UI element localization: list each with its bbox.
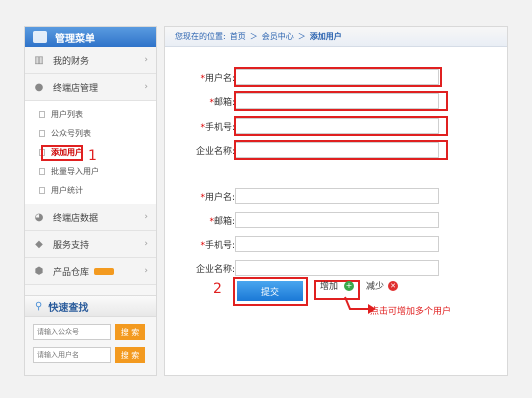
form-label-text: 用户名: xyxy=(204,192,235,203)
username-field-2[interactable] xyxy=(235,188,439,204)
form-label: *手机号: xyxy=(165,238,235,251)
quick-search-header: ⚲ 快速查找 xyxy=(25,295,156,317)
app-frame: 管理菜单 ▥ 我的财务 › ● 终端店管理 › 用户列表 公众号列表 添加用户 批量导入… xyxy=(0,0,532,398)
breadcrumb: 您现在的位置: 首页 ＞ 会员中心 ＞ 添加用户 xyxy=(165,27,507,47)
search-user-button[interactable]: 搜 索 xyxy=(115,347,145,363)
search-public-input[interactable] xyxy=(33,324,111,340)
search-icon: ⚲ xyxy=(35,300,43,312)
box-icon: ⬢ xyxy=(34,265,44,277)
sidebar-item-support[interactable]: ◆ 服务支持 › xyxy=(25,231,156,258)
highlight-box xyxy=(234,116,448,136)
submit-button[interactable]: 提交 xyxy=(237,281,303,301)
form2-row-phone: *手机号: xyxy=(165,236,507,252)
pie-icon: ◕ xyxy=(34,211,44,223)
user-icon: ● xyxy=(34,81,44,93)
chevron-right-icon: › xyxy=(144,82,148,92)
form-label-text: 手机号: xyxy=(204,240,235,251)
sidebar-item-label: 我的财务 xyxy=(53,56,90,67)
sidebar-item-store-data[interactable]: ◕ 终端店数据 › xyxy=(25,204,156,231)
breadcrumb-separator: ＞ xyxy=(297,32,306,41)
chevron-right-icon: › xyxy=(144,212,148,222)
page-icon xyxy=(39,187,45,194)
breadcrumb-separator: ＞ xyxy=(249,32,258,41)
highlight-box xyxy=(41,145,83,161)
chevron-right-icon: › xyxy=(144,266,148,276)
page-icon xyxy=(39,168,45,175)
form-label: *手机号: xyxy=(165,120,235,133)
chevron-right-icon: › xyxy=(144,55,148,65)
sidebar-item-label: 产品仓库 xyxy=(53,267,90,278)
sidebar-item-label: 服务支持 xyxy=(53,240,90,251)
form2-row-email: *邮箱: xyxy=(165,212,507,228)
form-label-text: 邮箱: xyxy=(213,216,235,227)
add-icon[interactable]: + xyxy=(344,280,355,291)
new-badge xyxy=(94,267,115,275)
breadcrumb-home[interactable]: 首页 xyxy=(230,31,246,42)
form-label-text: 用户名: xyxy=(204,73,235,84)
submenu-label: 用户列表 xyxy=(51,110,83,119)
breadcrumb-prefix: 您现在的位置: xyxy=(175,32,226,41)
highlight-box xyxy=(234,140,448,160)
search-public-button[interactable]: 搜 索 xyxy=(115,324,145,340)
form2-row-company: 企业名称: xyxy=(165,260,507,276)
form-label-text: 企业名称: xyxy=(195,146,235,157)
annotation-hint: 点击可增加多个用户 xyxy=(370,307,452,317)
menu-icon xyxy=(33,31,47,43)
annotation-number: 1 xyxy=(88,148,97,164)
remove-icon[interactable]: ✕ xyxy=(388,280,399,291)
breadcrumb-current: 添加用户 xyxy=(309,32,342,41)
form-label: *用户名: xyxy=(165,71,235,84)
phone-field-2[interactable] xyxy=(235,236,439,252)
sidebar-item-finance[interactable]: ▥ 我的财务 › xyxy=(25,47,156,74)
submenu-label: 用户统计 xyxy=(51,186,83,195)
highlight-box xyxy=(234,67,442,87)
form-label: *邮箱: xyxy=(165,95,235,108)
sidebar-header: 管理菜单 xyxy=(25,27,156,47)
company-field-2[interactable] xyxy=(235,260,439,276)
submenu-label: 公众号列表 xyxy=(51,129,91,138)
add-reduce-controls: 增加 + 减少 ✕ xyxy=(315,279,399,292)
form-label: 企业名称: xyxy=(165,262,235,275)
sidebar: 管理菜单 ▥ 我的财务 › ● 终端店管理 › 用户列表 公众号列表 添加用户 批量导入… xyxy=(24,26,157,376)
submenu-user-stats[interactable]: 用户统计 xyxy=(25,181,156,200)
quick-search-row: 搜 索 xyxy=(25,347,156,370)
form2-row-username: *用户名: xyxy=(165,188,507,204)
form-label-text: 邮箱: xyxy=(213,97,235,108)
sidebar-item-store[interactable]: ● 终端店管理 › xyxy=(25,74,156,101)
quick-search-title: 快速查找 xyxy=(48,302,89,314)
search-user-input[interactable] xyxy=(33,347,111,363)
quick-search: ⚲ 快速查找 搜 索 搜 索 xyxy=(25,295,156,370)
form-label: *邮箱: xyxy=(165,214,235,227)
reduce-label: 减少 xyxy=(366,282,385,292)
highlight-box xyxy=(234,91,448,111)
form-label: *用户名: xyxy=(165,190,235,203)
chart-icon: ▥ xyxy=(34,54,44,66)
chevron-right-icon: › xyxy=(144,239,148,249)
submenu-batch-import[interactable]: 批量导入用户 xyxy=(25,162,156,181)
sidebar-item-label: 终端店管理 xyxy=(53,83,99,94)
submenu-label: 批量导入用户 xyxy=(51,167,99,176)
form-label-text: 手机号: xyxy=(204,122,235,133)
annotation-number: 2 xyxy=(213,281,222,297)
form-label-text: 企业名称: xyxy=(195,264,235,275)
tag-icon: ◆ xyxy=(35,238,43,250)
submenu-user-list[interactable]: 用户列表 xyxy=(25,105,156,124)
breadcrumb-member[interactable]: 会员中心 xyxy=(262,31,294,42)
page-icon xyxy=(39,130,45,137)
main-panel: 您现在的位置: 首页 ＞ 会员中心 ＞ 添加用户 *用户名: *邮箱: *手机号… xyxy=(164,26,508,376)
sidebar-item-label: 终端店数据 xyxy=(53,213,99,224)
add-label: 增加 xyxy=(320,282,339,292)
sidebar-item-warehouse[interactable]: ⬢ 产品仓库 › xyxy=(25,258,156,285)
form-label: 企业名称: xyxy=(165,144,235,157)
sidebar-title: 管理菜单 xyxy=(55,33,95,45)
page-icon xyxy=(39,111,45,118)
email-field-2[interactable] xyxy=(235,212,439,228)
quick-search-row: 搜 索 xyxy=(25,317,156,347)
submenu-public-list[interactable]: 公众号列表 xyxy=(25,124,156,143)
